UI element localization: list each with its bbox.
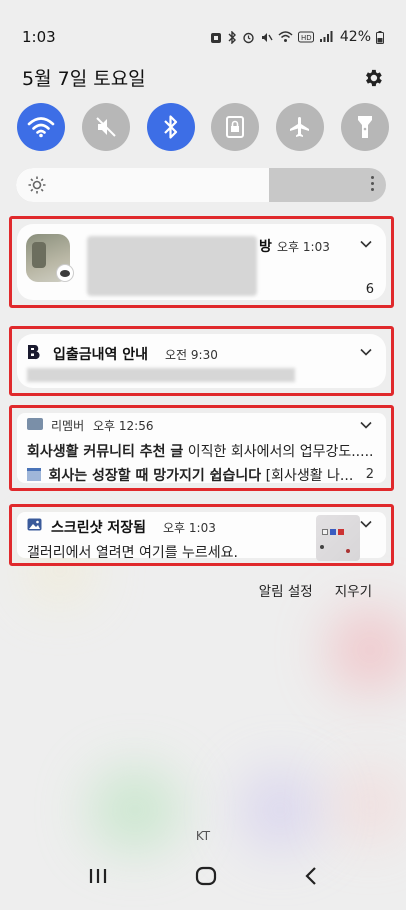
status-time: 1:03: [22, 28, 56, 46]
wifi-icon: [27, 117, 55, 138]
screenshot-time: 오후 1:03: [163, 521, 216, 535]
home-icon[interactable]: [195, 866, 217, 886]
airplane-mode-toggle[interactable]: [276, 103, 325, 151]
signal-icon: [319, 31, 333, 42]
rotation-lock-toggle[interactable]: [211, 103, 260, 151]
bank-title: 입출금내역 안내: [53, 347, 149, 363]
bluetooth-toggle[interactable]: [146, 103, 195, 151]
screenshot-text: 갤러리에서 열려면 여기를 누르세요.: [27, 545, 238, 561]
airplane-icon: [290, 117, 310, 137]
notification-actions: 알림 설정 지우기: [259, 580, 372, 600]
clear-all-button[interactable]: 지우기: [335, 580, 372, 600]
lock-badge-icon: [210, 32, 221, 43]
svg-text:HD: HD: [301, 34, 312, 42]
remember-time: 오후 12:56: [93, 419, 154, 433]
redacted-content: [87, 236, 257, 296]
sun-icon: [28, 176, 46, 194]
navigation-bar: [0, 842, 406, 910]
settings-gear-icon[interactable]: [362, 67, 384, 89]
remember-line-1: 회사생활 커뮤니티 추천 글 이직한 회사에서의 업무강도.....: [27, 441, 382, 461]
bank-time: 오전 9:30: [165, 348, 218, 362]
notification-screenshot[interactable]: 스크린샷 저장됨 오후 1:03 갤러리에서 열려면 여기를 누르세요.: [9, 504, 394, 566]
notification-bank[interactable]: 입출금내역 안내 오전 9:30: [9, 326, 394, 396]
gallery-icon: [27, 518, 42, 531]
alarm-icon: [243, 32, 254, 43]
remember-app-icon: [27, 418, 43, 430]
remember-line-2: 회사는 성장할 때 망가지기 쉽습니다 [회사생활 나...: [27, 465, 367, 485]
flashlight-toggle[interactable]: [340, 103, 389, 151]
brightness-fill: [16, 168, 269, 202]
notification-settings-button[interactable]: 알림 설정: [259, 580, 313, 600]
hd-icon: HD: [297, 31, 314, 43]
chat-count: 6: [365, 282, 374, 297]
recent-apps-icon[interactable]: [88, 867, 108, 885]
remember-count: 2: [365, 467, 374, 482]
chat-time: 오후 1:03: [277, 240, 330, 254]
remember-line-2-title: 회사는 성장할 때 망가지기 쉽습니다: [48, 468, 262, 484]
wifi-status-icon: [278, 31, 293, 42]
chevron-down-icon[interactable]: [360, 518, 372, 530]
mute-status-icon: [261, 32, 273, 42]
quick-settings-row: [17, 103, 389, 151]
back-icon[interactable]: [304, 866, 318, 886]
remember-line-1-text: 이직한 회사에서의 업무강도.....: [187, 444, 374, 460]
date-label: 5월 7일 토요일: [22, 68, 146, 90]
screenshot-thumbnail: [316, 515, 360, 561]
chat-badge-icon: [56, 264, 74, 282]
chevron-down-icon[interactable]: [360, 238, 372, 250]
battery-percent: 42%: [339, 29, 371, 45]
redacted-content: [27, 368, 295, 382]
remember-line-1-title: 회사생활 커뮤니티 추천 글: [27, 444, 184, 460]
mute-icon: [96, 117, 116, 137]
calendar-icon: [27, 468, 41, 481]
flashlight-icon: [357, 116, 372, 138]
screenshot-title: 스크린샷 저장됨: [51, 520, 147, 536]
bank-app-icon: [27, 344, 41, 360]
bluetooth-status-icon: [228, 30, 236, 44]
bluetooth-icon: [163, 115, 177, 139]
status-bar: 1:03 HD 42%: [0, 22, 406, 52]
chat-title-tail: 방: [259, 239, 272, 255]
remember-line-2-text: [회사생활 나...: [265, 468, 354, 484]
remember-app-name: 리멤버: [51, 419, 85, 433]
more-options-icon[interactable]: [371, 176, 374, 191]
chevron-down-icon[interactable]: [360, 346, 372, 358]
wifi-toggle[interactable]: [17, 103, 65, 151]
sound-mute-toggle[interactable]: [81, 103, 130, 151]
background-blur: [330, 610, 406, 690]
notification-remember[interactable]: 리멤버 오후 12:56 회사생활 커뮤니티 추천 글 이직한 회사에서의 업무…: [9, 405, 394, 491]
chevron-down-icon[interactable]: [360, 419, 372, 431]
date-row: 5월 7일 토요일: [22, 64, 384, 91]
brightness-slider[interactable]: [16, 168, 386, 202]
status-icons: HD 42%: [210, 29, 384, 45]
carrier-label: KT: [195, 829, 211, 843]
rotation-lock-icon: [226, 116, 245, 138]
battery-icon: [376, 30, 384, 44]
notification-chat[interactable]: 방 오후 1:03 6: [9, 216, 394, 308]
